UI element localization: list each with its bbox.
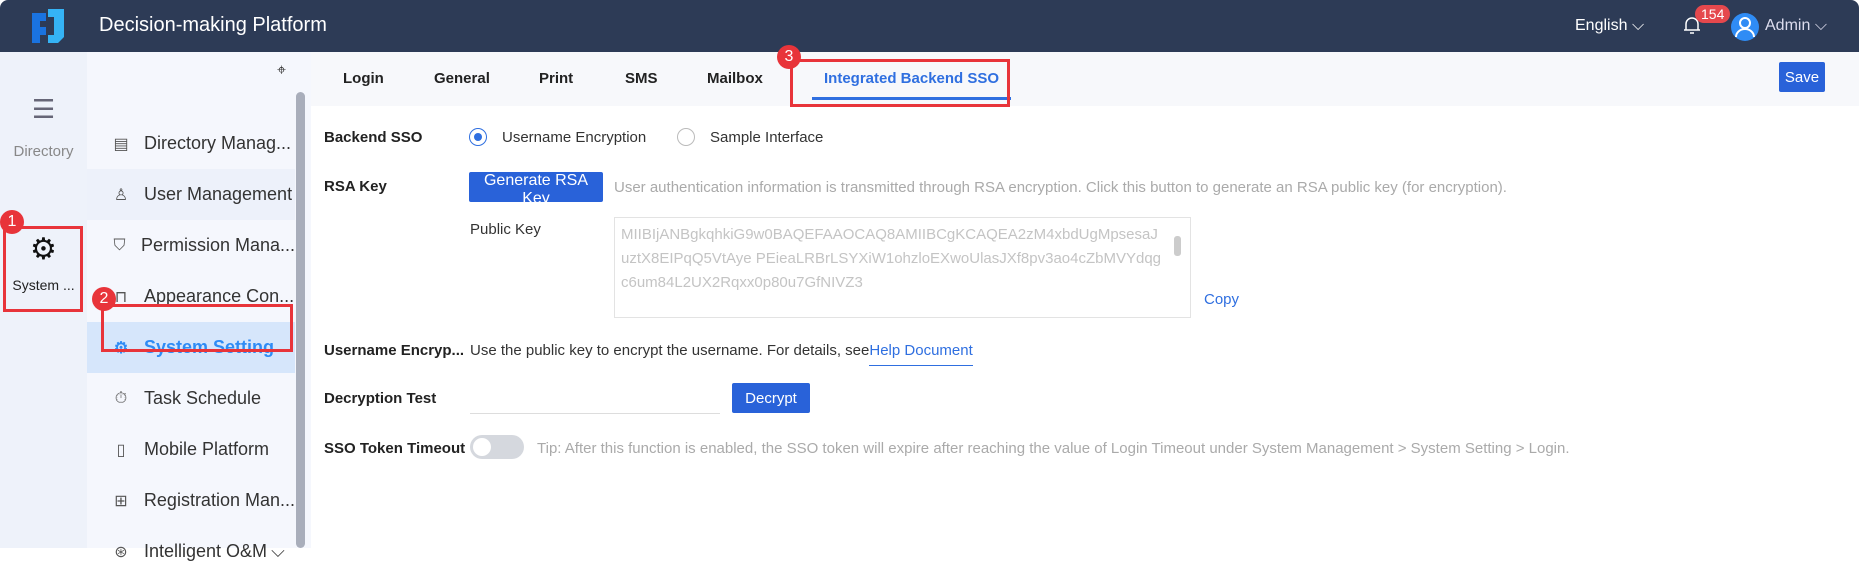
- copy-link[interactable]: Copy: [1204, 291, 1239, 308]
- user-menu[interactable]: Admin ⌵: [1765, 17, 1827, 35]
- sidebar-item-label: Mobile Platform: [144, 439, 270, 459]
- annotation-box-1: [3, 226, 83, 312]
- annotation-number-2: 2: [92, 287, 116, 311]
- timeout-tip: Tip: After this function is enabled, the…: [537, 440, 1570, 457]
- username-encryption-text: Use the public key to encrypt the userna…: [470, 342, 973, 366]
- tab-sms[interactable]: SMS: [625, 70, 658, 87]
- sidebar-item-registration[interactable]: ⊞ Registration Man...: [87, 475, 295, 526]
- sidebar-item-label: Directory Manag...: [144, 133, 292, 153]
- user-icon: [1735, 17, 1755, 38]
- annotation-box-3: [790, 59, 1010, 107]
- sidebar-item-task-schedule[interactable]: ⏱ Task Schedule: [87, 373, 295, 424]
- form-icon: ⊞: [114, 492, 128, 510]
- decryption-test-label: Decryption Test: [324, 390, 437, 407]
- sidebar: ⌖ ▤ Directory Manag... ♙ User Management ⛉…: [87, 52, 311, 561]
- tab-print[interactable]: Print: [539, 70, 573, 87]
- pin-icon[interactable]: ⌖: [277, 62, 286, 80]
- sidebar-item-label: Intelligent O&M: [144, 541, 268, 561]
- generate-rsa-key-button[interactable]: Generate RSA Key: [469, 172, 603, 207]
- sidebar-item-user-management[interactable]: ♙ User Management: [87, 169, 295, 220]
- shield-icon: ⛉: [113, 236, 126, 254]
- tab-login[interactable]: Login: [343, 70, 384, 87]
- backend-sso-label: Backend SSO: [324, 129, 423, 146]
- sso-token-timeout-label: SSO Token Timeout: [324, 440, 466, 457]
- stopwatch-icon: ⏱: [114, 389, 128, 407]
- rail-item-label: Directory: [13, 143, 74, 160]
- annotation-number-3: 3: [777, 45, 801, 69]
- user-icon: ♙: [113, 186, 129, 204]
- username-encryption-label: Username Encryp...: [324, 342, 465, 359]
- rsa-tip: User authentication information is trans…: [614, 179, 1507, 196]
- app-title: Decision-making Platform: [99, 14, 327, 36]
- notification-badge: 154: [1695, 5, 1731, 23]
- radio-label: Username Encryption: [502, 129, 647, 146]
- radio-label: Sample Interface: [710, 129, 824, 146]
- sidebar-item-permission-management[interactable]: ⛉ Permission Mana...: [87, 220, 295, 271]
- sidebar-item-intelligent-om[interactable]: ⊛ Intelligent O&M ⌵: [87, 526, 295, 577]
- top-header: Decision-making Platform English ⌵ 154 A…: [0, 0, 1859, 52]
- list-icon: ☰: [31, 94, 56, 124]
- chevron-down-icon: ⌵: [271, 541, 285, 561]
- radio-sample-interface[interactable]: [677, 128, 695, 146]
- annotation-number-1: 1: [0, 210, 24, 234]
- public-key-textarea[interactable]: MIIBIjANBgkqhkiG9w0BAQEFAAOCAQ8AMIIBCgKC…: [614, 217, 1191, 318]
- language-label: English: [1575, 17, 1628, 34]
- sidebar-item-label: Task Schedule: [144, 388, 262, 408]
- rail-item-directory[interactable]: ☰ Directory: [0, 94, 87, 160]
- decrypt-button[interactable]: Decrypt: [732, 383, 810, 413]
- sidebar-item-label: User Management: [144, 184, 293, 204]
- avatar[interactable]: [1731, 13, 1759, 41]
- decryption-test-input[interactable]: [470, 384, 720, 414]
- settings-tabs: Login General Print SMS Mailbox Integrat…: [311, 52, 1859, 106]
- sso-token-timeout-toggle[interactable]: [470, 435, 524, 459]
- sidebar-item-directory-management[interactable]: ▤ Directory Manag...: [87, 118, 295, 169]
- logo-icon: [32, 9, 64, 43]
- language-select[interactable]: English ⌵: [1575, 17, 1644, 35]
- description: Use the public key to encrypt the userna…: [470, 342, 870, 359]
- save-button[interactable]: Save: [1779, 62, 1825, 92]
- textarea-scrollbar[interactable]: [1174, 236, 1181, 256]
- user-name: Admin: [1765, 17, 1811, 34]
- rsa-key-label: RSA Key: [324, 178, 387, 195]
- help-document-link[interactable]: Help Document: [869, 342, 973, 366]
- mobile-icon: ▯: [116, 441, 126, 459]
- radio-username-encryption[interactable]: [469, 128, 487, 146]
- sidebar-item-label: Permission Mana...: [140, 235, 295, 255]
- tab-general[interactable]: General: [434, 70, 490, 87]
- tab-mailbox[interactable]: Mailbox: [707, 70, 763, 87]
- document-icon: ▤: [113, 135, 129, 153]
- ops-icon: ⊛: [114, 543, 128, 561]
- public-key-label: Public Key: [470, 221, 541, 238]
- annotation-box-2: [101, 304, 293, 352]
- sidebar-item-mobile-platform[interactable]: ▯ Mobile Platform: [87, 424, 295, 475]
- chevron-down-icon: ⌵: [1631, 17, 1645, 34]
- chevron-down-icon: ⌵: [1814, 17, 1827, 34]
- sidebar-item-label: Registration Man...: [143, 490, 295, 510]
- sidebar-scrollbar[interactable]: [296, 92, 305, 548]
